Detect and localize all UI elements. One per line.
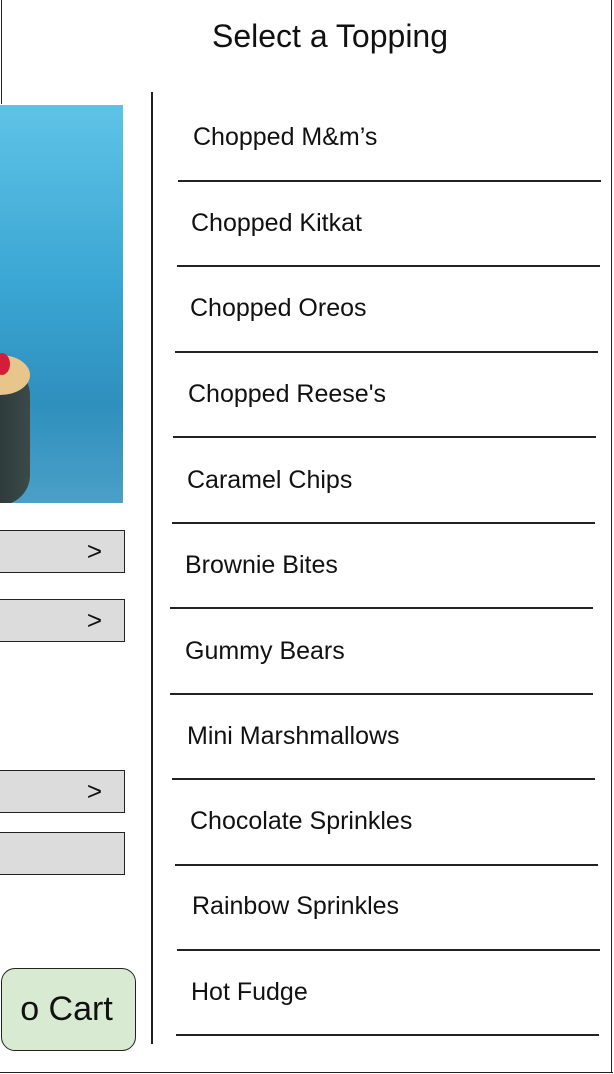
topping-item-hot-fudge[interactable]: Hot Fudge <box>191 978 308 1007</box>
frame-border-bottom <box>0 1072 613 1073</box>
topping-separator <box>173 436 596 438</box>
topping-item-chocolate-sprinkles[interactable]: Chocolate Sprinkles <box>190 807 412 836</box>
topping-item-caramel-chips[interactable]: Caramel Chips <box>187 466 352 495</box>
side-option-button-1[interactable]: > <box>0 530 125 573</box>
chevron-right-icon: > <box>86 776 102 806</box>
topping-separator <box>170 607 593 609</box>
topping-item-chopped-reeses[interactable]: Chopped Reese's <box>188 380 386 409</box>
topping-item-mini-marshmallows[interactable]: Mini Marshmallows <box>187 722 400 751</box>
panel-divider <box>151 92 153 1044</box>
topping-separator <box>176 1034 599 1036</box>
chevron-right-icon: > <box>86 605 102 635</box>
frame-border-left <box>1 0 2 104</box>
topping-item-chopped-oreos[interactable]: Chopped Oreos <box>190 294 367 323</box>
topping-separator <box>178 180 601 182</box>
topping-item-brownie-bites[interactable]: Brownie Bites <box>185 551 338 580</box>
side-option-button-3[interactable]: > <box>0 770 125 813</box>
side-option-button-2[interactable]: > <box>0 599 125 642</box>
topping-separator <box>172 778 595 780</box>
topping-item-rainbow-sprinkles[interactable]: Rainbow Sprinkles <box>192 892 399 921</box>
product-photo <box>0 105 123 503</box>
topping-separator <box>177 949 600 951</box>
page-title: Select a Topping <box>211 18 449 54</box>
topping-separator <box>172 522 595 524</box>
topping-separator <box>170 693 593 695</box>
topping-separator <box>175 351 598 353</box>
topping-screen: Select a Topping > > > o Cart Chopped M&… <box>0 0 614 1074</box>
side-option-button-4[interactable] <box>0 832 125 875</box>
topping-item-gummy-bears[interactable]: Gummy Bears <box>185 637 345 666</box>
topping-item-chopped-kitkat[interactable]: Chopped Kitkat <box>191 209 362 238</box>
frame-border-right <box>611 0 612 1072</box>
topping-separator <box>177 265 600 267</box>
topping-separator <box>175 864 598 866</box>
chevron-right-icon: > <box>86 536 102 566</box>
topping-item-chopped-mms[interactable]: Chopped M&m’s <box>193 123 377 152</box>
add-to-cart-button[interactable]: o Cart <box>1 968 136 1051</box>
